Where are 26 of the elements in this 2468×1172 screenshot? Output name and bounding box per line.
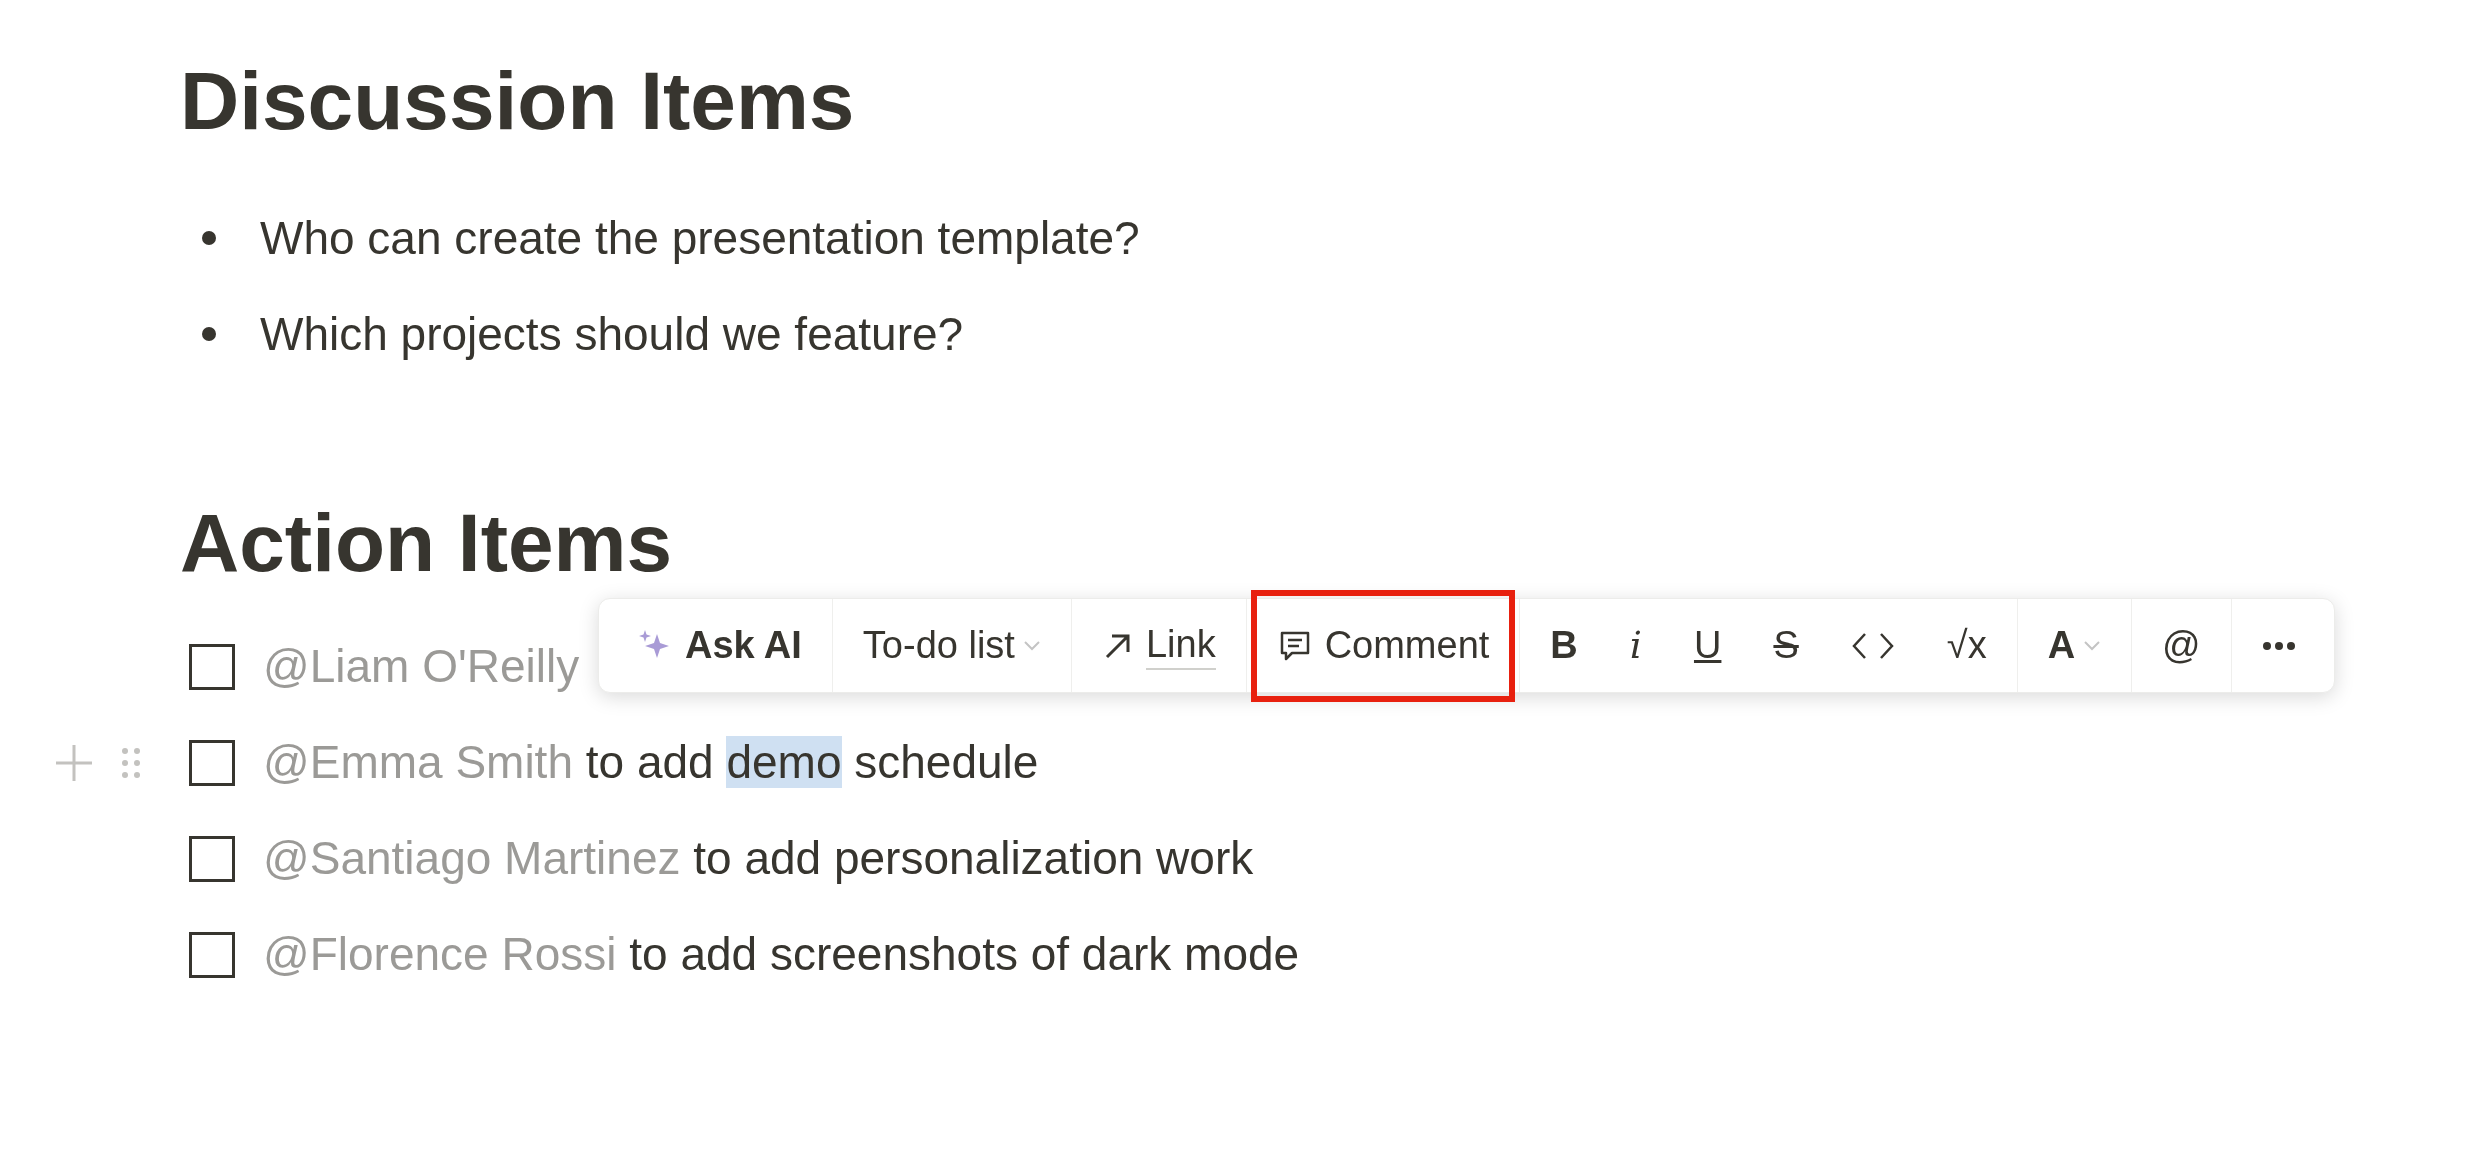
more-icon bbox=[2261, 640, 2296, 651]
todo-text: @Florence Rossi to add screenshots of dark mode bbox=[263, 927, 1300, 983]
checkbox[interactable] bbox=[189, 835, 235, 882]
section-heading: Discussion Items bbox=[180, 54, 856, 148]
checkbox[interactable] bbox=[189, 643, 235, 690]
todo-text: @Emma Smith to add demo schedule bbox=[263, 735, 1039, 791]
block-type-dropdown[interactable]: To-do list bbox=[836, 589, 1067, 702]
todo-text: @Santiago Martinez to add personalization work bbox=[263, 831, 1254, 887]
ask-ai-button[interactable]: Ask AI bbox=[611, 589, 828, 702]
bullet-text: Who can create the presentation template? bbox=[260, 210, 1140, 266]
section-heading: Action Items bbox=[180, 496, 674, 591]
text-color-button[interactable]: A bbox=[2021, 589, 2128, 702]
chevron-down-icon bbox=[2083, 639, 2102, 652]
chevron-down-icon bbox=[1022, 639, 1041, 652]
bullet-text: Which projects should we feature? bbox=[260, 306, 964, 362]
checkbox[interactable] bbox=[189, 931, 235, 978]
italic-button[interactable]: i bbox=[1603, 589, 1668, 702]
comment-button[interactable]: Comment bbox=[1250, 589, 1516, 702]
bold-button[interactable]: B bbox=[1524, 589, 1604, 702]
link-button[interactable]: Link bbox=[1075, 589, 1242, 702]
checkbox[interactable] bbox=[189, 739, 235, 786]
equation-button[interactable]: √x bbox=[1920, 589, 2013, 702]
mention-button[interactable]: @ bbox=[2136, 589, 2227, 702]
underline-button[interactable]: U bbox=[1667, 589, 1748, 702]
strikethrough-button[interactable]: S bbox=[1747, 589, 1825, 702]
todo-text: @Liam O'Reilly bbox=[263, 639, 580, 695]
